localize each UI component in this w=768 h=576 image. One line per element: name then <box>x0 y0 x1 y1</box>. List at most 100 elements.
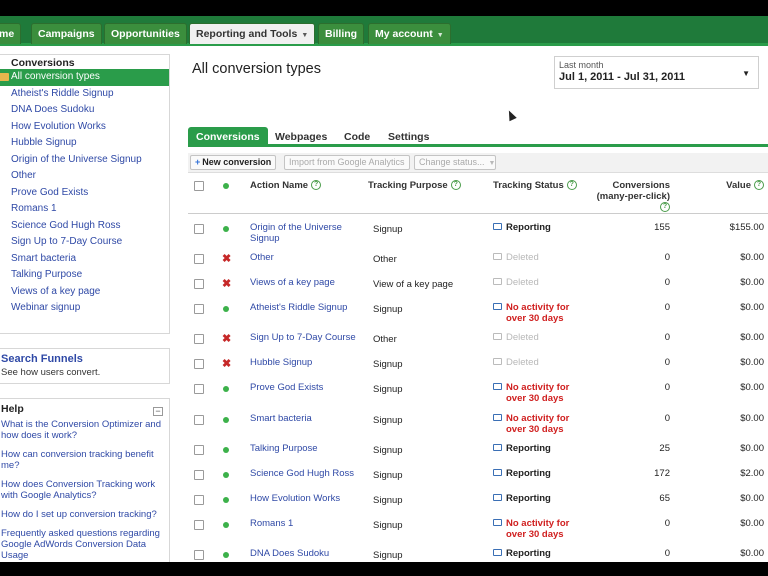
sidebar-item-all-conversion-types[interactable]: All conversion types <box>0 69 169 86</box>
removed-x-icon: ✖ <box>222 333 232 345</box>
help-link[interactable]: Frequently asked questions regarding Goo… <box>1 528 169 561</box>
action-name-link[interactable]: Smart bacteria <box>250 413 360 424</box>
help-icon[interactable]: ? <box>450 180 461 191</box>
sidebar-item[interactable]: Talking Purpose <box>0 267 169 284</box>
sidebar-item[interactable]: Other <box>0 168 169 185</box>
action-name-link[interactable]: Views of a key page <box>250 277 360 288</box>
table-row: ✖ Sign Up to 7-Day Course Other Deleted 0 $0.… <box>188 332 768 356</box>
row-checkbox[interactable] <box>194 334 204 344</box>
action-name-link[interactable]: Prove God Exists <box>250 382 360 393</box>
action-name-link[interactable]: Atheist's Riddle Signup <box>250 302 360 313</box>
conversion-value: $0.00 <box>740 332 764 343</box>
nav-tab-reporting-and-tools[interactable]: Reporting and Tools ▼ <box>189 23 316 44</box>
sidebar-item[interactable]: Prove God Exists <box>0 185 169 202</box>
action-name-link[interactable]: Talking Purpose <box>250 443 360 454</box>
collapse-icon[interactable]: − <box>153 407 163 416</box>
sidebar-item[interactable]: Smart bacteria <box>0 251 169 268</box>
help-link[interactable]: How do I set up conversion tracking? <box>1 509 169 520</box>
conversions-title: Conversions <box>11 57 75 69</box>
comment-icon <box>493 333 502 340</box>
tracking-status: No activity for over 30 days <box>493 518 585 540</box>
col-conversions[interactable]: Conversions <box>588 180 670 191</box>
tab-webpages[interactable]: Webpages <box>267 127 335 147</box>
help-icon[interactable]: ? <box>660 202 670 212</box>
subtabs: Conversions Webpages Code Settings <box>188 127 768 147</box>
sidebar-item[interactable]: Sign Up to 7-Day Course <box>0 234 169 251</box>
action-name-link[interactable]: How Evolution Works <box>250 493 360 504</box>
change-status-dropdown[interactable]: Change status... ▼ <box>414 155 496 170</box>
sidebar-item[interactable]: Science God Hugh Ross <box>0 218 169 235</box>
action-name-link[interactable]: Origin of the Universe Signup <box>250 222 360 244</box>
conversion-value: $0.00 <box>740 277 764 288</box>
tab-code[interactable]: Code <box>336 127 378 147</box>
help-link[interactable]: How does Conversion Tracking work with G… <box>1 479 169 501</box>
tab-conversions[interactable]: Conversions <box>188 127 268 147</box>
row-checkbox[interactable] <box>194 415 204 425</box>
sidebar-item[interactable]: Hubble Signup <box>0 135 169 152</box>
nav-tab-opportunities[interactable]: Opportunities <box>104 23 187 44</box>
tracking-status-text: No activity for over 30 days <box>506 413 570 435</box>
row-checkbox[interactable] <box>194 279 204 289</box>
select-all-checkbox[interactable] <box>194 181 204 191</box>
row-checkbox[interactable] <box>194 224 204 234</box>
row-checkbox[interactable] <box>194 359 204 369</box>
sidebar-item[interactable]: Romans 1 <box>0 201 169 218</box>
row-checkbox[interactable] <box>194 304 204 314</box>
sidebar-item[interactable]: Views of a key page <box>0 284 169 301</box>
action-name-link[interactable]: Science God Hugh Ross <box>250 468 360 479</box>
table-row: Romans 1 Signup No activity for over 30 da… <box>188 518 768 542</box>
search-funnels-link[interactable]: Search Funnels <box>1 353 169 365</box>
row-checkbox[interactable] <box>194 445 204 455</box>
action-name-link[interactable]: Romans 1 <box>250 518 360 529</box>
conversions-count: 0 <box>664 382 670 393</box>
col-value[interactable]: Value? <box>688 180 764 191</box>
tracking-status: Reporting <box>493 443 585 454</box>
help-icon[interactable]: ? <box>311 180 322 191</box>
row-checkbox[interactable] <box>194 384 204 394</box>
conversion-value: $155.00 <box>729 222 764 233</box>
row-checkbox[interactable] <box>194 254 204 264</box>
import-analytics-button[interactable]: Import from Google Analytics <box>284 155 410 170</box>
col-action-name[interactable]: Action Name? <box>250 180 322 191</box>
conversions-count: 0 <box>664 518 670 529</box>
nav-tab-label: Campaigns <box>38 28 95 40</box>
col-tracking-purpose[interactable]: Tracking Purpose? <box>368 180 461 191</box>
help-link[interactable]: What is the Conversion Optimizer and how… <box>1 419 169 441</box>
sidebar-item[interactable]: DNA Does Sudoku <box>0 102 169 119</box>
help-link[interactable]: How can conversion tracking benefit me? <box>1 449 169 471</box>
conversion-value: $0.00 <box>740 252 764 263</box>
main-content: All conversion types Last month Jul 1, 2… <box>184 54 768 562</box>
action-name-link[interactable]: Sign Up to 7-Day Course <box>250 332 360 343</box>
date-range-selector[interactable]: Last month Jul 1, 2011 - Jul 31, 2011 ▼ <box>554 56 759 89</box>
row-checkbox[interactable] <box>194 470 204 480</box>
action-name-link[interactable]: DNA Does Sudoku <box>250 548 360 559</box>
sidebar-item[interactable]: How Evolution Works <box>0 119 169 136</box>
nav-tab-campaigns[interactable]: Campaigns <box>31 23 102 44</box>
conversions-count: 65 <box>659 493 670 504</box>
row-checkbox[interactable] <box>194 520 204 530</box>
nav-tab-my-account[interactable]: My account ▼ <box>368 23 451 44</box>
tab-settings[interactable]: Settings <box>380 127 437 147</box>
tracking-purpose: Signup <box>373 384 403 395</box>
new-conversion-button[interactable]: + New conversion <box>190 155 277 170</box>
action-name-link[interactable]: Hubble Signup <box>250 357 360 368</box>
sidebar-item[interactable]: Atheist's Riddle Signup <box>0 86 169 103</box>
nav-tab-home[interactable]: Home <box>0 23 22 44</box>
row-checkbox[interactable] <box>194 550 204 560</box>
help-icon[interactable]: ? <box>754 180 764 191</box>
nav-tab-billing[interactable]: Billing <box>318 23 365 44</box>
table-row: How Evolution Works Signup Reporting 65 $0.0… <box>188 493 768 517</box>
help-icon[interactable]: ? <box>566 180 577 191</box>
enabled-dot-icon <box>223 522 229 528</box>
conversion-value: $0.00 <box>740 443 764 454</box>
sidebar-item[interactable]: Webinar signup <box>0 300 169 317</box>
table-row: ✖ Other Other Deleted 0 $0.00 <box>188 252 768 276</box>
col-tracking-status[interactable]: Tracking Status? <box>493 180 577 191</box>
sidebar-item[interactable]: Origin of the Universe Signup <box>0 152 169 169</box>
row-checkbox[interactable] <box>194 495 204 505</box>
date-range-label: Last month <box>559 60 604 70</box>
col-label: Conversions <box>612 180 670 191</box>
action-name-link[interactable]: Other <box>250 252 360 263</box>
table-header: Action Name? Tracking Purpose? Tracking … <box>188 176 768 214</box>
tracking-status-text: Deleted <box>506 332 539 343</box>
